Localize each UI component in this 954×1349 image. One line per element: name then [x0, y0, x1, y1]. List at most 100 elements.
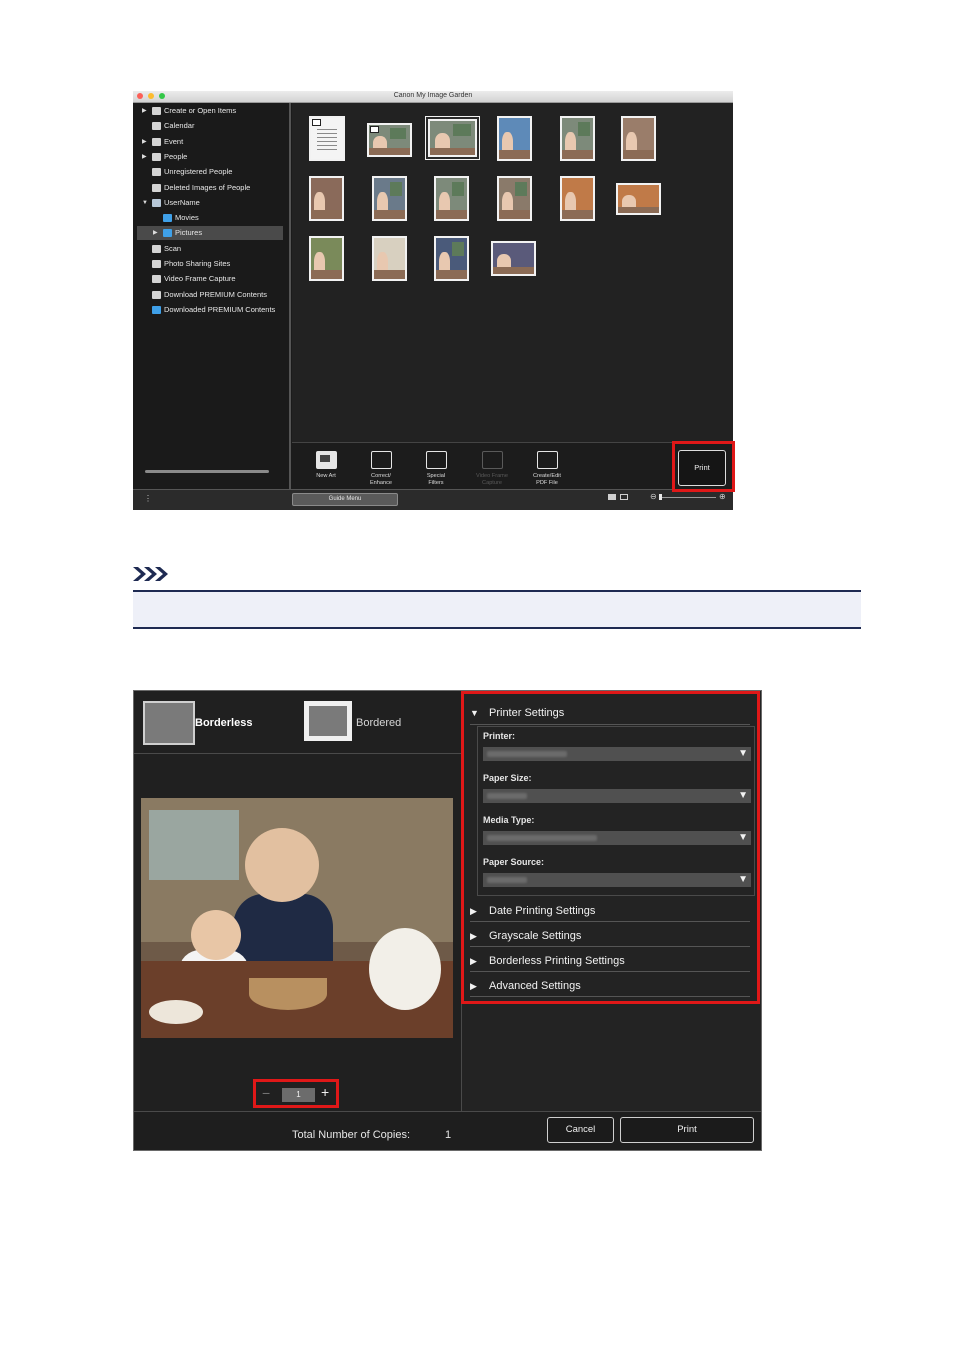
sidebar-item[interactable]: Downloaded PREMIUM Contents [133, 303, 289, 317]
thumbnail[interactable] [436, 238, 467, 279]
thumbnail[interactable] [374, 238, 405, 279]
layout-bordered-label: Bordered [356, 717, 402, 729]
copies-highlight [253, 1079, 339, 1108]
total-copies-label: Total Number of Copies: [292, 1129, 410, 1141]
thumbnail[interactable] [374, 178, 405, 219]
tool-label: Correct/Enhance [369, 473, 393, 486]
zoom-slider[interactable] [660, 497, 716, 498]
correct-enhance-icon [371, 451, 392, 469]
collapsed-arrow-icon[interactable]: ▶ [142, 150, 147, 164]
print-button[interactable]: Print [620, 1117, 754, 1143]
photo-sharing-icon [152, 260, 161, 268]
sidebar-item[interactable]: Movies [133, 211, 289, 225]
window-title: Canon My Image Garden [393, 92, 473, 99]
create-icon [152, 107, 161, 115]
sidebar-item-label: Unregistered People [164, 167, 233, 177]
tool-button: Video Frame Capture [467, 446, 517, 488]
folder-icon [163, 214, 172, 223]
layout-borderless-label: Borderless [195, 717, 253, 729]
download-icon [152, 290, 161, 299]
note-icon [133, 567, 168, 581]
thumbnail[interactable] [311, 178, 342, 219]
thumbnail[interactable] [499, 178, 530, 219]
sidebar-scrollbar[interactable] [145, 470, 269, 473]
view-toggle-icon[interactable] [608, 494, 616, 500]
sidebar-item[interactable]: Unregistered People [133, 165, 289, 179]
expanded-arrow-icon[interactable]: ▼ [142, 196, 148, 210]
guide-menu-button[interactable]: Guide Menu [292, 493, 398, 506]
sidebar-item[interactable]: Scan [133, 242, 289, 256]
print-settings-dialog: Borderless Bordered − 1 + ▼ Printer Sett… [133, 690, 762, 1151]
thumbnail[interactable] [311, 238, 342, 279]
sidebar-item[interactable]: Deleted Images of People [133, 181, 289, 195]
thumbnail[interactable] [493, 243, 534, 274]
status-bar: ⋮ Guide Menu ⊖ ⊕ [133, 489, 733, 510]
sidebar-item-label: Video Frame Capture [164, 274, 236, 284]
sidebar-item[interactable]: ▶ Pictures [137, 226, 283, 241]
collapsed-arrow-icon[interactable]: ▶ [153, 226, 158, 240]
sidebar-item-label: Movies [175, 213, 199, 223]
total-copies-value: 1 [445, 1129, 452, 1141]
zoom-out-icon[interactable]: ⊖ [650, 492, 657, 501]
sidebar-item-label: Downloaded PREMIUM Contents [164, 304, 276, 314]
person-outline-icon [152, 183, 161, 192]
print-preview-image [141, 798, 453, 1038]
sidebar-item-label: People [164, 151, 188, 161]
folder-icon [163, 229, 172, 238]
sidebar-item[interactable]: Video Frame Capture [133, 272, 289, 286]
view-toggle-alt-icon[interactable] [620, 494, 628, 500]
borderless-swatch-icon [143, 701, 195, 745]
pdf-icon [537, 451, 558, 469]
scan-icon [152, 244, 161, 253]
thumbnail[interactable] [436, 178, 467, 219]
sidebar-item-label: Create or Open Items [164, 106, 237, 115]
sidebar: ▶ Create or Open Items Calendar ▶ Event ▶ Peop… [133, 103, 291, 489]
sidebar-item[interactable]: ▶ People [133, 150, 289, 164]
person-icon [152, 152, 161, 161]
sidebar-item[interactable]: Calendar [133, 119, 289, 133]
sidebar-item[interactable]: Photo Sharing Sites [133, 257, 289, 271]
thumbnail[interactable] [623, 118, 654, 159]
dialog-footer: Total Number of Copies: 1 Cancel Print [134, 1111, 761, 1150]
sidebar-item-label: Download PREMIUM Contents [164, 289, 267, 299]
printer-settings-highlight [461, 691, 760, 1004]
sidebar-resize-handle-icon[interactable]: ⋮ [144, 494, 152, 503]
thumbnail[interactable] [499, 118, 530, 159]
note-box [133, 590, 861, 629]
tool-button[interactable]: Create/Edit PDF File [522, 446, 572, 488]
tool-label: Video Frame Capture [476, 473, 508, 486]
sidebar-item-label: Photo Sharing Sites [164, 259, 231, 268]
bottom-toolbar: New Art Correct/Enhance Special Filters Vide… [292, 442, 733, 490]
image-grid [292, 103, 733, 442]
thumbnail[interactable] [618, 185, 659, 213]
sidebar-item[interactable]: Download PREMIUM Contents [133, 288, 289, 302]
collapsed-arrow-icon[interactable]: ▶ [142, 104, 147, 118]
sidebar-item[interactable]: ▼ UserName [133, 196, 289, 210]
thumbnail-selected[interactable] [430, 121, 475, 155]
tool-button[interactable]: Special Filters [411, 446, 461, 488]
special-filters-icon [426, 451, 447, 469]
computer-icon [152, 198, 161, 207]
event-icon [152, 137, 161, 146]
sidebar-item[interactable]: ▶ Event [133, 135, 289, 149]
layout-preview-pane: Borderless Bordered − 1 + [134, 691, 462, 1111]
divider [134, 753, 461, 754]
thumbnail[interactable] [369, 125, 410, 155]
video-frame-icon [152, 275, 161, 284]
collapsed-arrow-icon[interactable]: ▶ [142, 135, 147, 149]
zoom-in-icon[interactable]: ⊕ [719, 492, 726, 501]
zoom-slider-knob[interactable] [659, 494, 662, 500]
movie-badge-icon [370, 126, 379, 133]
thumbnail[interactable] [562, 178, 593, 219]
bordered-swatch-icon [304, 701, 352, 741]
sidebar-item-label: UserName [164, 197, 200, 207]
tool-button[interactable]: New Art [301, 446, 351, 488]
cancel-button[interactable]: Cancel [547, 1117, 614, 1143]
sidebar-item[interactable]: ▶ Create or Open Items [133, 104, 289, 118]
tool-button[interactable]: Correct/Enhance [356, 446, 406, 488]
title-bar: Canon My Image Garden [133, 91, 733, 103]
tool-label: Special Filters [426, 473, 446, 486]
thumbnail[interactable] [311, 118, 343, 159]
video-frame-capture-icon [482, 451, 503, 469]
thumbnail[interactable] [562, 118, 593, 159]
